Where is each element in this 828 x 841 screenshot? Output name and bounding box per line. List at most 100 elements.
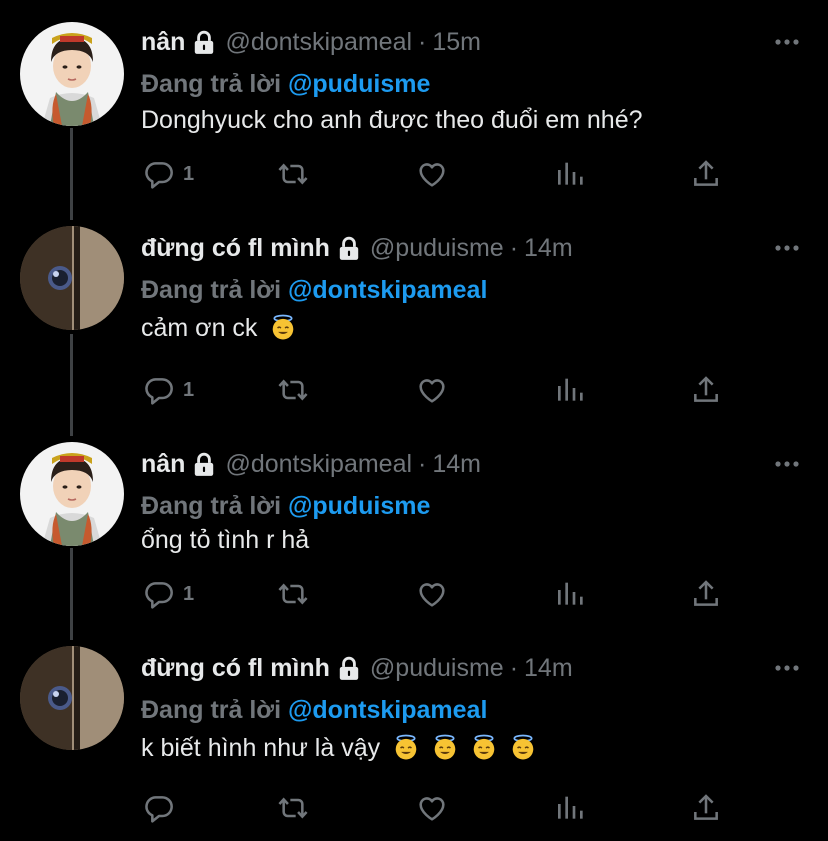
reply-icon	[143, 578, 175, 610]
replying-to: Đang trả lời @dontskipameal	[141, 276, 487, 305]
replying-mention-link[interactable]: @dontskipameal	[288, 276, 487, 304]
more-horizontal-icon[interactable]	[774, 460, 800, 468]
replying-label: Đang trả lời	[141, 492, 282, 520]
tweet-actions: 1	[0, 578, 828, 614]
views-button[interactable]	[554, 792, 586, 824]
lock-icon	[191, 452, 217, 478]
smiling-face-with-halo-emoji	[510, 734, 536, 760]
views-button[interactable]	[554, 374, 586, 406]
more-horizontal-icon[interactable]	[774, 244, 800, 252]
tweet[interactable]: đừng có fl mình @puduisme · 14m Đang trả…	[0, 224, 828, 424]
tweet-actions	[0, 792, 828, 828]
share-icon	[690, 792, 722, 824]
replying-mention-link[interactable]: @puduisme	[288, 70, 430, 98]
timestamp[interactable]: 15m	[432, 28, 481, 57]
timestamp[interactable]: 14m	[432, 450, 481, 479]
replying-label: Đang trả lời	[141, 276, 282, 304]
like-button[interactable]	[416, 578, 448, 610]
reply-count: 1	[183, 378, 195, 401]
share-button[interactable]	[690, 792, 722, 824]
share-icon	[690, 158, 722, 190]
separator-dot: ·	[509, 654, 519, 682]
tweet-text-content: ổng tỏ tình r hả	[141, 526, 310, 554]
tweet-text: cảm ơn ck	[141, 314, 296, 343]
user-handle[interactable]: @dontskipameal	[225, 450, 412, 479]
share-icon	[690, 578, 722, 610]
heart-icon	[416, 792, 448, 824]
tweet-text: k biết hình như là vậy	[141, 734, 536, 763]
user-handle[interactable]: @puduisme	[370, 234, 504, 263]
display-name[interactable]: nân	[141, 28, 185, 57]
reply-button[interactable]	[143, 792, 183, 824]
tweet-text-content: k biết hình như là vậy	[141, 734, 381, 762]
retweet-button[interactable]	[277, 374, 309, 406]
reply-icon	[143, 374, 175, 406]
like-button[interactable]	[416, 158, 448, 190]
separator-dot: ·	[418, 28, 427, 56]
heart-icon	[416, 578, 448, 610]
smiling-face-with-halo-emoji	[393, 734, 419, 760]
tweet-text: Donghyuck cho anh được theo đuổi em nhé?	[141, 106, 643, 135]
timestamp[interactable]: 14m	[524, 654, 573, 683]
reply-button[interactable]: 1	[143, 374, 194, 406]
lock-icon	[191, 30, 217, 56]
analytics-icon	[554, 158, 586, 190]
user-handle[interactable]: @dontskipameal	[225, 28, 412, 57]
retweet-icon	[277, 792, 309, 824]
avatar[interactable]	[20, 22, 124, 126]
tweet-actions: 1	[0, 158, 828, 194]
heart-icon	[416, 374, 448, 406]
tweet-header: đừng có fl mình @puduisme · 14m	[141, 654, 573, 683]
tweet-text: ổng tỏ tình r hả	[141, 526, 309, 555]
reply-button[interactable]: 1	[143, 578, 194, 610]
lock-icon	[336, 656, 362, 682]
analytics-icon	[554, 792, 586, 824]
tweet-text-content: cảm ơn ck	[141, 314, 258, 342]
smiling-face-with-halo-emoji	[270, 314, 296, 340]
tweet[interactable]: nân @dontskipameal · 15m Đang trả lời @p…	[0, 18, 828, 208]
replying-to: Đang trả lời @puduisme	[141, 70, 430, 99]
reply-button[interactable]: 1	[143, 158, 194, 190]
views-button[interactable]	[554, 158, 586, 190]
display-name[interactable]: nân	[141, 450, 185, 479]
retweet-button[interactable]	[277, 578, 309, 610]
tweet-header: nân @dontskipameal · 14m	[141, 450, 481, 479]
tweet-header: nân @dontskipameal · 15m	[141, 28, 481, 57]
display-name[interactable]: đừng có fl mình	[141, 654, 330, 683]
retweet-button[interactable]	[277, 792, 309, 824]
like-button[interactable]	[416, 792, 448, 824]
retweet-button[interactable]	[277, 158, 309, 190]
replying-to: Đang trả lời @puduisme	[141, 492, 430, 521]
more-horizontal-icon[interactable]	[774, 664, 800, 672]
share-icon	[690, 374, 722, 406]
replying-mention-link[interactable]: @puduisme	[288, 492, 430, 520]
heart-icon	[416, 158, 448, 190]
timestamp[interactable]: 14m	[524, 234, 573, 263]
share-button[interactable]	[690, 374, 722, 406]
reply-icon	[143, 158, 175, 190]
more-horizontal-icon[interactable]	[774, 38, 800, 46]
views-button[interactable]	[554, 578, 586, 610]
tweet-header: đừng có fl mình @puduisme · 14m	[141, 234, 573, 263]
tweet[interactable]: nân @dontskipameal · 14m Đang trả lời @p…	[0, 440, 828, 630]
retweet-icon	[277, 158, 309, 190]
share-button[interactable]	[690, 578, 722, 610]
retweet-icon	[277, 374, 309, 406]
lock-icon	[336, 236, 362, 262]
share-button[interactable]	[690, 158, 722, 190]
separator-dot: ·	[418, 450, 427, 478]
analytics-icon	[554, 374, 586, 406]
smiling-face-with-halo-emoji	[432, 734, 458, 760]
tweet-actions: 1	[0, 374, 828, 410]
avatar[interactable]	[20, 442, 124, 546]
separator-dot: ·	[509, 234, 519, 262]
tweet[interactable]: đừng có fl mình @puduisme · 14m Đang trả…	[0, 644, 828, 841]
like-button[interactable]	[416, 374, 448, 406]
tweet-text-content: Donghyuck cho anh được theo đuổi em nhé?	[141, 106, 643, 134]
replying-mention-link[interactable]: @dontskipameal	[288, 696, 487, 724]
replying-to: Đang trả lời @dontskipameal	[141, 696, 487, 725]
avatar[interactable]	[20, 226, 124, 330]
display-name[interactable]: đừng có fl mình	[141, 234, 330, 263]
avatar[interactable]	[20, 646, 124, 750]
user-handle[interactable]: @puduisme	[370, 654, 504, 683]
